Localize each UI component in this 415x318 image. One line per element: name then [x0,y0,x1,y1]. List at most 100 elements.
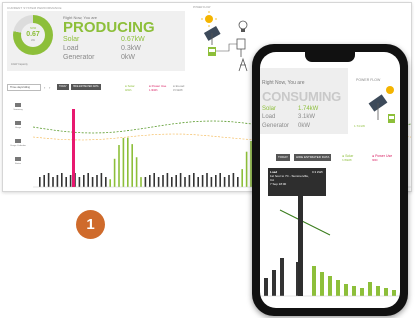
chart-bar [87,173,89,187]
chart-bar [241,169,243,187]
sidebar-item-label: Usage [14,127,22,129]
chart-bar [201,175,204,187]
sidebar-item-summary[interactable]: Summary [7,103,29,121]
step-badge: 1 [76,210,105,239]
legend-solar[interactable]: ● Solar 4kWh [125,84,135,92]
chart-bar [113,158,116,187]
chart-bar [157,177,160,187]
prev-arrow-icon[interactable]: ‹ [44,85,45,90]
sidebar-item-label: Status [14,163,22,165]
phone-chart-bar [352,286,356,296]
phone-load-value: 3.1kW [298,114,316,120]
chart-bar [109,179,111,187]
phone-hide-estimated-button[interactable]: HIDE ESTIMATED DATA [294,154,332,161]
chart-bar [223,177,226,187]
status-icon [15,157,21,161]
chart-bar [65,177,67,187]
phone-selected-bar[interactable] [298,188,303,296]
sidebar-item-usage[interactable]: Usage [7,121,29,139]
chart-bar [96,175,98,187]
phone-legend-solar[interactable]: ● Solar 3.35kWh [342,154,353,162]
generator-row: Generator 0kW [63,54,173,61]
grid-tower-icon [238,57,248,72]
phone-notch [305,52,355,62]
inverter-icon [388,114,395,123]
donut-value: 0.67 [26,31,40,38]
solar-row: Solar 0.67kW [63,36,173,43]
chart-bar [144,177,147,187]
phone-chart-bar [392,290,396,296]
phone-power-flow: POWER FLOW 1.74 kW [350,68,400,134]
solar-panel-icon [203,26,221,45]
meter-icon [236,38,246,57]
chart-bar [69,175,72,187]
chart-bar [193,173,195,187]
phone-frame: Right Now, You are CONSUMING Solar 1.74kW… [252,44,408,316]
chart-bar [61,173,63,187]
chart-bar [43,175,45,187]
donut-label: NOW [29,27,37,30]
sidebar-item-label: Summary [13,109,23,111]
selected-hour-marker[interactable] [72,109,75,187]
period-select[interactable]: Three days/rolling [7,84,41,91]
phone-chart-bar [360,288,364,296]
legend-power-value: 1.3kWh [149,89,158,92]
phone-green-trend-line [279,209,331,236]
chart-bar [131,144,133,187]
tooltip-line3: 7 Sep 18:00 [270,182,287,186]
phone-solar-value: 1.74kW [298,106,319,112]
chart-bar [56,175,59,187]
sun-icon [386,86,394,94]
chart-bar [179,173,182,187]
phone-solar-label: Solar [262,106,277,112]
inverter-icon [208,47,216,56]
chart-bar [215,175,217,187]
hide-estimated-button[interactable]: HIDE ESTIMATED DATA [71,84,101,90]
chart-controls: Three days/rolling ‹ › TODAY HIDE ESTIMA… [7,84,267,92]
legend-solar-value: 4kWh [125,89,132,92]
phone-generator-label: Generator [262,123,290,129]
phone-today-button[interactable]: TODAY [276,154,291,161]
legend-power-use[interactable]: ● Power Use 1.3kWh [149,84,166,92]
chart-bar [245,151,248,187]
current-output-donut: NOW 0.67 kW [13,15,53,55]
today-button[interactable]: TODAY [57,84,69,90]
chart-bar [52,177,54,187]
chart-bar [100,173,103,187]
sun-icon [201,11,217,27]
phone-system-state: CONSUMING [262,89,342,104]
phone-chart-bar [320,272,324,296]
sidebar-item-calendar[interactable]: Usage Calendar [7,139,29,157]
next-arrow-icon[interactable]: › [49,85,50,90]
legend-solar-label: Solar [127,84,135,88]
chart-bar [206,173,208,187]
donut-unit: kW [31,39,35,42]
phone-power-flow-title: POWER FLOW [356,78,381,82]
phone-screen: Right Now, You are CONSUMING Solar 1.74kW… [260,52,400,308]
phone-right-now-label: Right Now, You are [262,80,305,86]
chart-bar [78,177,81,187]
chart-bar [105,177,107,187]
phone-chart-bar [336,280,340,296]
usage-icon [15,121,21,125]
lightbulb-icon [238,20,248,32]
legend-load[interactable]: ● ELoad 15.9kWh [173,84,184,92]
sidebar-item-status[interactable]: Status [7,157,29,175]
chart-bar [135,157,138,187]
phone-chart-bar [264,278,268,296]
load-row: Load 0.3kW [63,45,173,52]
phone-legend-power-use[interactable]: ● Power Use 3840 [372,154,392,162]
chart-sidebar: Summary Usage Usage Calendar Status [7,103,29,175]
chart-bar [184,177,186,187]
legend-load-value: 15.9kWh [173,89,183,92]
phone-chart-bars [264,258,396,296]
chart-bar [228,175,230,187]
legend-load-label: ELoad [175,84,185,88]
chart-bar [140,177,142,187]
phone-legend-solar-value: 3.35kWh [342,159,352,162]
phone-generator-row: Generator 0kW [262,123,332,129]
phone-chart-controls: TODAY HIDE ESTIMATED DATA ● Solar 3.35kWh… [260,154,400,164]
load-value: 0.3kW [121,45,141,52]
phone-legend-power-value: 3840 [372,159,378,162]
chart-bar [175,175,177,187]
